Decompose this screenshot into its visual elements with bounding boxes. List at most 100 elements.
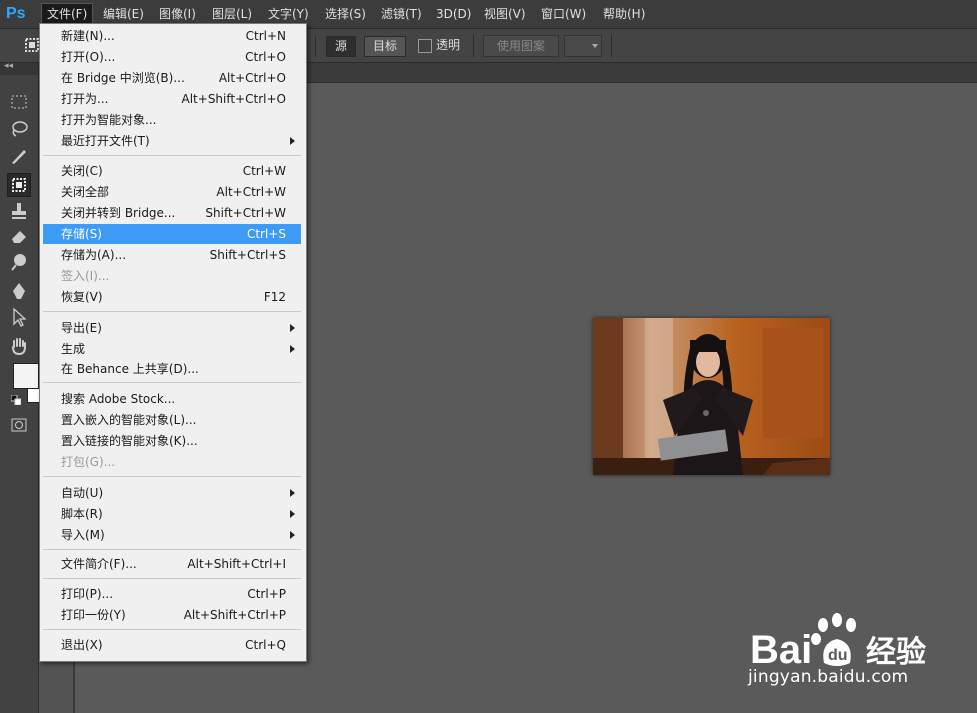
watermark-brand-cn: 经验 xyxy=(866,635,926,670)
menu-item-shortcut: Ctrl+N xyxy=(245,29,286,43)
menu-item-label: 恢复(V) xyxy=(61,290,103,304)
photoshop-logo: Ps xyxy=(6,5,26,22)
menu-item-shortcut: Ctrl+P xyxy=(247,587,286,601)
pattern-picker[interactable] xyxy=(564,35,602,57)
menu-item-scripts[interactable]: 脚本(R) xyxy=(43,504,301,524)
hand-tool-icon[interactable] xyxy=(8,335,30,357)
menu-type[interactable]: 文字(Y) xyxy=(263,4,314,24)
menu-item-share-on-behance[interactable]: 在 Behance 上共享(D)... xyxy=(43,359,301,379)
source-toggle[interactable]: 源 xyxy=(326,36,357,57)
menu-item-file-info[interactable]: 文件简介(F)... Alt+Shift+Ctrl+I xyxy=(43,554,301,574)
menu-item-open-as-smart-object[interactable]: 打开为智能对象... xyxy=(43,110,301,130)
menu-edit[interactable]: 编辑(E) xyxy=(98,4,149,24)
default-colors-icon[interactable] xyxy=(11,395,21,405)
menu-image[interactable]: 图像(I) xyxy=(154,4,201,24)
menu-item-search-adobe-stock[interactable]: 搜索 Adobe Stock... xyxy=(43,389,301,409)
menu-item-open[interactable]: 打开(O)... Ctrl+O xyxy=(43,47,301,67)
path-selection-tool-icon[interactable] xyxy=(8,306,30,328)
menu-item-open-recent[interactable]: 最近打开文件(T) xyxy=(43,131,301,151)
menu-item-import[interactable]: 导入(M) xyxy=(43,525,301,545)
menu-separator xyxy=(43,578,301,579)
menu-help[interactable]: 帮助(H) xyxy=(598,4,650,24)
menu-separator xyxy=(43,382,301,383)
menu-item-label: 置入链接的智能对象(K)... xyxy=(61,434,198,448)
options-divider xyxy=(315,35,316,57)
menu-item-save-as[interactable]: 存储为(A)... Shift+Ctrl+S xyxy=(43,245,301,265)
menu-item-place-linked[interactable]: 置入链接的智能对象(K)... xyxy=(43,431,301,451)
menu-item-close-all[interactable]: 关闭全部 Alt+Ctrl+W xyxy=(43,182,301,202)
menu-item-print-one-copy[interactable]: 打印一份(Y) Alt+Shift+Ctrl+P xyxy=(43,605,301,625)
transparent-checkbox[interactable] xyxy=(418,39,432,53)
menu-item-open-as[interactable]: 打开为... Alt+Shift+Ctrl+O xyxy=(43,89,301,109)
marquee-tool-icon[interactable] xyxy=(8,91,30,113)
menu-select[interactable]: 选择(S) xyxy=(320,4,371,24)
use-pattern-button[interactable]: 使用图案 xyxy=(483,35,559,57)
stamp-tool-icon[interactable] xyxy=(8,200,30,222)
menu-file[interactable]: 文件(F) xyxy=(41,3,94,25)
menu-item-label: 退出(X) xyxy=(61,638,103,652)
menu-item-close-and-go-to-bridge[interactable]: 关闭并转到 Bridge... Shift+Ctrl+W xyxy=(43,203,301,223)
menu-item-shortcut: Alt+Shift+Ctrl+O xyxy=(181,92,286,106)
menu-item-label: 打印一份(Y) xyxy=(61,608,126,622)
menu-item-print[interactable]: 打印(P)... Ctrl+P xyxy=(43,584,301,604)
menu-item-place-embedded[interactable]: 置入嵌入的智能对象(L)... xyxy=(43,410,301,430)
menu-item-save[interactable]: 存储(S) Ctrl+S xyxy=(43,224,301,244)
menu-layer[interactable]: 图层(L) xyxy=(207,4,257,24)
menu-3d[interactable]: 3D(D) xyxy=(431,4,476,24)
pen-tool-icon[interactable] xyxy=(8,280,30,302)
menu-item-close[interactable]: 关闭(C) Ctrl+W xyxy=(43,161,301,181)
svg-text:du: du xyxy=(828,647,848,664)
menu-item-label: 文件简介(F)... xyxy=(61,557,137,571)
menu-item-shortcut: Alt+Ctrl+O xyxy=(218,71,286,85)
brush-tool-icon[interactable] xyxy=(8,145,30,167)
menu-item-exit[interactable]: 退出(X) Ctrl+Q xyxy=(43,635,301,655)
transparent-label: 透明 xyxy=(436,38,461,52)
menu-item-label: 打开为... xyxy=(61,92,109,106)
menu-item-generate[interactable]: 生成 xyxy=(43,339,301,359)
menu-item-export[interactable]: 导出(E) xyxy=(43,318,301,338)
menu-item-label: 关闭全部 xyxy=(61,185,110,199)
menu-item-label: 打开(O)... xyxy=(61,50,116,64)
target-toggle[interactable]: 目标 xyxy=(364,36,407,57)
menu-item-automate[interactable]: 自动(U) xyxy=(43,483,301,503)
menu-view[interactable]: 视图(V) xyxy=(479,4,531,24)
menu-separator xyxy=(43,311,301,312)
document-image xyxy=(593,318,830,475)
menu-window[interactable]: 窗口(W) xyxy=(536,4,591,24)
smudge-tool-icon[interactable] xyxy=(8,251,30,273)
options-divider xyxy=(473,35,474,57)
toolbox-collapse[interactable]: ◂◂ xyxy=(0,61,38,75)
menu-item-shortcut: Ctrl+O xyxy=(245,50,286,64)
menu-item-label: 最近打开文件(T) xyxy=(61,134,150,148)
menu-item-check-in: 签入(I)... xyxy=(43,266,301,286)
menu-item-label: 签入(I)... xyxy=(61,269,110,283)
quick-mask-icon[interactable] xyxy=(11,418,27,432)
menu-item-label: 置入嵌入的智能对象(L)... xyxy=(61,413,197,427)
menu-item-label: 自动(U) xyxy=(61,486,104,500)
eraser-tool-icon[interactable] xyxy=(8,225,30,247)
menu-item-package: 打包(G)... xyxy=(43,452,301,472)
menu-filter[interactable]: 滤镜(T) xyxy=(376,4,427,24)
menu-item-label: 生成 xyxy=(61,342,86,356)
menu-item-label: 导出(E) xyxy=(61,321,102,335)
menu-item-label: 在 Behance 上共享(D)... xyxy=(61,362,199,376)
submenu-arrow-icon xyxy=(290,510,295,518)
foreground-color-swatch[interactable] xyxy=(13,363,39,389)
menu-item-shortcut: Alt+Shift+Ctrl+I xyxy=(187,557,286,571)
menu-item-label: 关闭并转到 Bridge... xyxy=(61,206,176,220)
menu-separator xyxy=(43,549,301,550)
submenu-arrow-icon xyxy=(290,345,295,353)
watermark-brand: Bai xyxy=(750,628,812,672)
menu-item-revert[interactable]: 恢复(V) F12 xyxy=(43,287,301,307)
menu-item-browse-in-bridge[interactable]: 在 Bridge 中浏览(B)... Alt+Ctrl+O xyxy=(43,68,301,88)
lasso-tool-icon[interactable] xyxy=(8,118,30,140)
patch-tool-icon[interactable] xyxy=(7,173,31,197)
menu-separator xyxy=(43,629,301,630)
submenu-arrow-icon xyxy=(290,137,295,145)
submenu-arrow-icon xyxy=(290,324,295,332)
menu-item-label: 打包(G)... xyxy=(61,455,116,469)
toolbox: ◂◂ xyxy=(0,61,49,713)
menu-item-shortcut: Ctrl+S xyxy=(246,227,286,241)
menu-item-new[interactable]: 新建(N)... Ctrl+N xyxy=(43,26,301,46)
menu-item-shortcut: Ctrl+W xyxy=(242,164,286,178)
